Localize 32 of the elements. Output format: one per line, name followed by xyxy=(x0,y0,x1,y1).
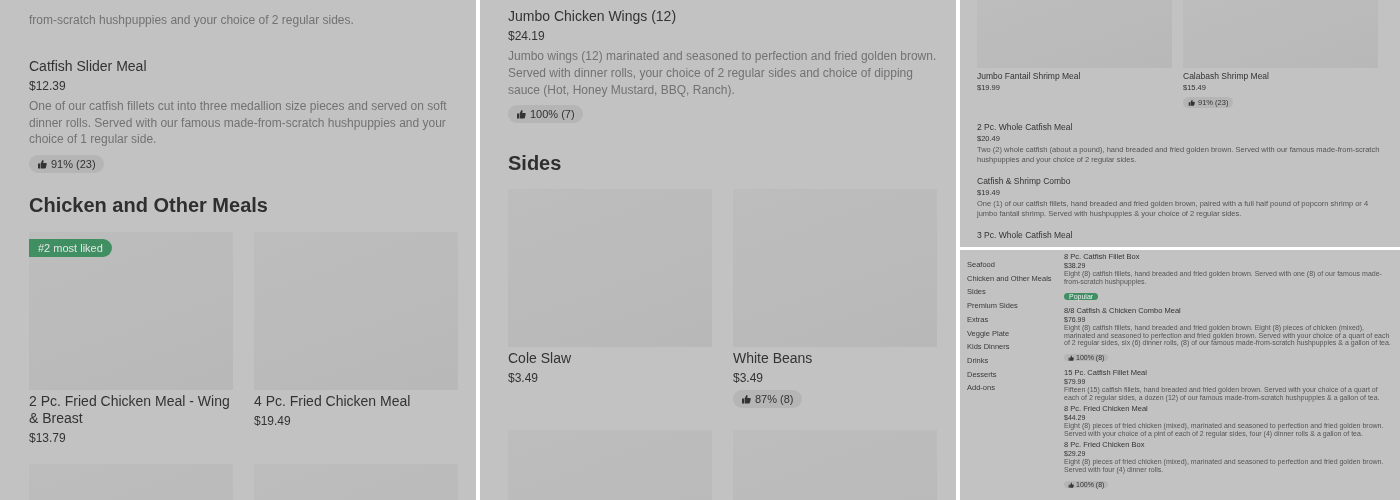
item-title[interactable]: Catfish Slider Meal xyxy=(29,56,459,75)
item-description: One of our catfish fillets cut into three medallion size pieces and served on soft dinner rolls. Served with our famous made-from-scratch hushpuppies and your choice of 1 regular side. xyxy=(29,97,448,149)
thumbs-up-icon xyxy=(37,159,47,170)
item-description: from-scratch hushpuppies and your choice of 2 regular sides. xyxy=(29,12,355,29)
item-title[interactable]: 2 Pc. Whole Catfish Meal xyxy=(977,122,1390,132)
thumbs-up-icon xyxy=(516,109,526,120)
thumbs-up-icon xyxy=(741,394,751,405)
item-title[interactable]: 2 Pc. Fried Chicken Meal - Wing & Breast xyxy=(29,393,233,428)
section-heading: Sides xyxy=(508,151,563,176)
item-price: $13.79 xyxy=(29,430,67,447)
thumbs-up-icon xyxy=(1068,354,1074,361)
item-description: Jumbo wings (12) marinated and seasoned to perfection and fried golden brown. Served with dinner rolls, your choice of 2 regular sides and choice of dipping sauce (Hot, Honey Mustard, BBQ, Ranch). xyxy=(508,48,938,99)
item-price: $19.49 xyxy=(254,413,292,430)
item-title[interactable]: 4 Pc. Fried Chicken Meal xyxy=(254,393,458,411)
most-liked-badge: #2 most liked xyxy=(29,239,112,258)
item-title[interactable]: 3 Pc. Whole Catfish Meal xyxy=(977,230,1390,240)
section-heading: Chicken and Other Meals xyxy=(29,193,269,218)
rating-text: 100% (7) xyxy=(530,108,575,121)
item-title[interactable]: Calabash Shrimp Meal xyxy=(1183,71,1378,81)
item-title[interactable]: Cole Slaw xyxy=(508,350,712,368)
item-price: $24.19 xyxy=(508,28,546,44)
rating-text: 91% (23) xyxy=(51,158,96,171)
item-price: $3.49 xyxy=(508,370,540,387)
item-title[interactable]: White Beans xyxy=(733,350,937,368)
item-title[interactable]: Catfish & Shrimp Combo xyxy=(977,176,1390,186)
item-price: $12.39 xyxy=(29,77,67,94)
thumbs-up-icon xyxy=(1188,99,1195,106)
item-price: $3.49 xyxy=(733,370,765,387)
rating-text: 87% (8) xyxy=(755,393,794,406)
thumbs-up-icon xyxy=(1068,481,1074,488)
item-title[interactable]: Jumbo Fantail Shrimp Meal xyxy=(977,71,1172,81)
item-title[interactable]: Jumbo Chicken Wings (12) xyxy=(508,7,939,25)
